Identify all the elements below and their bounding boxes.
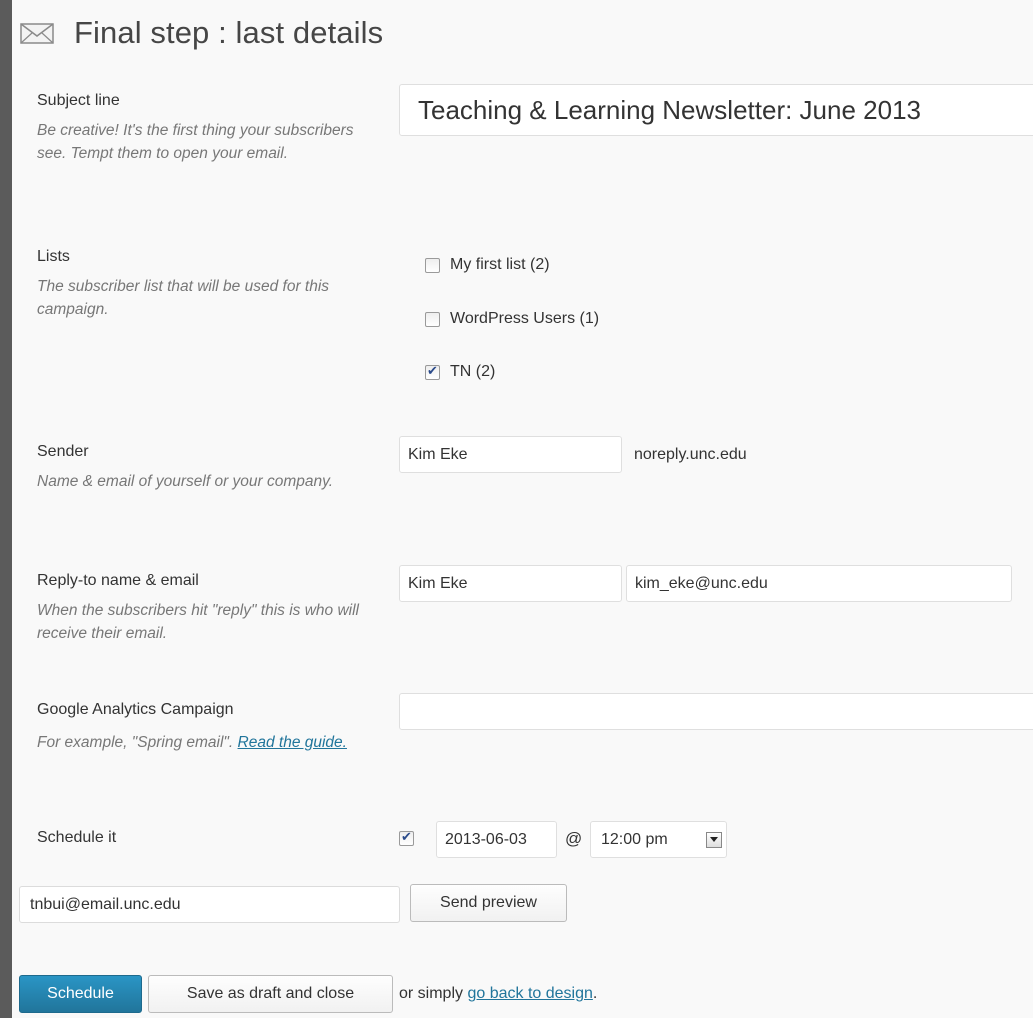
list-checkbox-checked[interactable] xyxy=(425,363,440,380)
analytics-description: For example, "Spring email". Read the gu… xyxy=(37,731,367,754)
reply-to-email-input[interactable] xyxy=(626,565,1012,602)
schedule-button[interactable]: Schedule xyxy=(19,975,142,1013)
save-draft-button[interactable]: Save as draft and close xyxy=(148,975,393,1013)
list-option-wordpress-users[interactable]: WordPress Users (1) xyxy=(425,310,599,328)
back-to-design-link[interactable]: go back to design xyxy=(467,985,592,1002)
subject-description: Be creative! It's the first thing your s… xyxy=(37,122,354,162)
chevron-down-icon[interactable] xyxy=(706,831,722,848)
lists-label: Lists xyxy=(37,248,70,265)
schedule-date-input[interactable] xyxy=(436,821,557,858)
sender-label: Sender xyxy=(37,443,89,460)
envelope-icon xyxy=(20,23,54,44)
sender-description: Name & email of yourself or your company… xyxy=(37,473,334,490)
list-checkbox[interactable] xyxy=(425,257,440,273)
settings-panel: Final step : last details Subject line B… xyxy=(12,0,1033,1018)
back-to-design-text: or simply go back to design. xyxy=(399,985,597,1003)
schedule-time-select[interactable]: 12:00 pm xyxy=(590,821,727,858)
schedule-checkbox[interactable] xyxy=(399,829,414,846)
list-option-my-first-list[interactable]: My first list (2) xyxy=(425,256,550,274)
page-title: Final step : last details xyxy=(74,15,384,50)
analytics-label: Google Analytics Campaign xyxy=(37,701,234,718)
analytics-campaign-input[interactable] xyxy=(399,693,1033,730)
subject-label: Subject line xyxy=(37,92,120,109)
sender-name-input[interactable] xyxy=(399,436,622,473)
list-option-label: WordPress Users (1) xyxy=(450,310,600,327)
schedule-time-value: 12:00 pm xyxy=(601,830,668,848)
read-guide-link[interactable]: Read the guide. xyxy=(238,734,347,751)
trailing-period: . xyxy=(592,985,598,1002)
analytics-description-text: For example, "Spring email". xyxy=(37,734,238,751)
lists-description: The subscriber list that will be used fo… xyxy=(37,278,330,318)
list-option-label: My first list (2) xyxy=(450,256,550,273)
or-simply-text: or simply xyxy=(399,985,468,1002)
reply-to-label: Reply-to name & email xyxy=(37,572,199,589)
send-preview-button[interactable]: Send preview xyxy=(410,884,567,922)
subject-input[interactable] xyxy=(399,84,1033,136)
list-checkbox[interactable] xyxy=(425,311,440,327)
reply-to-name-input[interactable] xyxy=(399,565,622,602)
at-separator: @ xyxy=(565,829,583,848)
list-option-tn[interactable]: TN (2) xyxy=(425,363,495,381)
sender-email: noreply.unc.edu xyxy=(634,446,747,463)
page-header: Final step : last details xyxy=(20,8,383,58)
reply-to-description: When the subscribers hit "reply" this is… xyxy=(37,602,359,642)
list-option-label: TN (2) xyxy=(450,363,496,380)
schedule-label: Schedule it xyxy=(37,829,117,846)
preview-email-input[interactable] xyxy=(19,886,400,923)
